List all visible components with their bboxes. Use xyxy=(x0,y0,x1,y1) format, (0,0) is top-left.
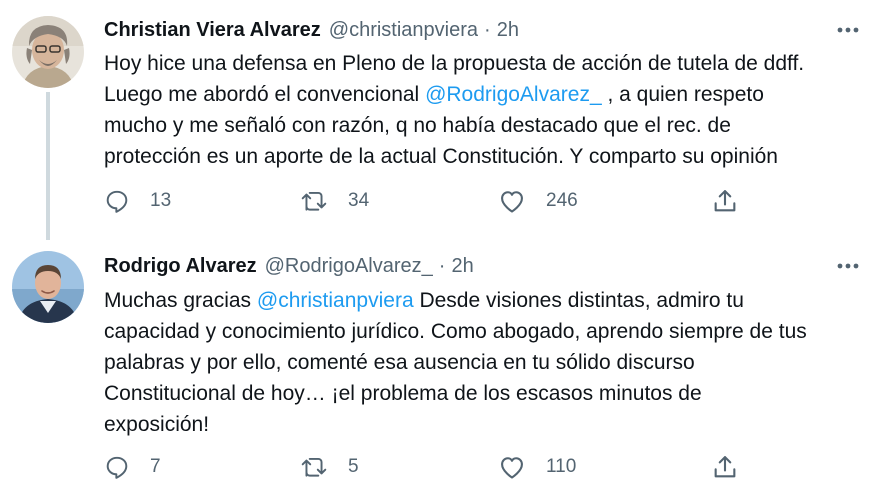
timestamp[interactable]: 2h xyxy=(497,19,519,42)
author-name[interactable]: Rodrigo Alvarez xyxy=(104,255,257,278)
retweet-button[interactable]: 5 xyxy=(300,451,359,483)
heart-icon xyxy=(498,454,526,480)
tweet-text-line: palabras y por ello, comenté esa ausenci… xyxy=(104,351,695,374)
thread-line xyxy=(46,92,50,240)
tweet-text-line: mucho y me señaló con razón, q no había … xyxy=(104,114,731,137)
tweet-text-line: protección es un aporte de la actual Con… xyxy=(104,145,778,168)
tweet-text-line: Luego me abordó el convencional @Rodrigo… xyxy=(104,83,764,106)
reply-count: 7 xyxy=(150,456,161,477)
reply-button[interactable]: 13 xyxy=(104,185,171,217)
tweet-text: Hoy hice una defensa en Pleno de la prop… xyxy=(104,48,874,172)
action-bar: 7 5 110 xyxy=(0,451,886,483)
tweet-text: Muchas gracias @christianpviera Desde vi… xyxy=(104,285,874,440)
more-options-icon[interactable] xyxy=(836,18,860,42)
share-button[interactable] xyxy=(711,185,739,217)
reply-icon xyxy=(104,188,130,214)
tweet-text-line: capacidad y conocimiento jurídico. Como … xyxy=(104,320,807,343)
like-button[interactable]: 110 xyxy=(498,451,576,483)
like-count: 246 xyxy=(546,190,578,211)
action-bar: 13 34 246 xyxy=(0,185,886,217)
more-options-icon[interactable] xyxy=(836,254,860,278)
share-button[interactable] xyxy=(711,451,739,483)
reply-count: 13 xyxy=(150,190,172,211)
like-button[interactable]: 246 xyxy=(498,185,578,217)
separator-dot: · xyxy=(484,18,491,41)
tweet-text-line: Muchas gracias @christianpviera Desde vi… xyxy=(104,289,744,312)
separator-dot: · xyxy=(438,254,446,277)
tweet-text-line: exposición! xyxy=(104,413,210,436)
tweet-header: Rodrigo Alvarez @RodrigoAlvarez_ · 2h xyxy=(104,251,474,281)
mention-link[interactable]: @christianpviera xyxy=(257,289,414,312)
like-count: 110 xyxy=(546,456,577,477)
heart-icon xyxy=(498,188,526,214)
tweet[interactable]: Christian Viera Alvarez @christianpviera… xyxy=(0,0,886,240)
tweet-text-line: Constitucional de hoy… ¡el problema de l… xyxy=(104,382,702,405)
retweet-count: 34 xyxy=(348,190,370,211)
share-icon xyxy=(711,453,739,481)
avatar[interactable] xyxy=(12,251,84,323)
share-icon xyxy=(711,187,739,215)
retweet-count: 5 xyxy=(348,456,359,477)
retweet-button[interactable]: 34 xyxy=(300,185,369,217)
tweet-text-line: Hoy hice una defensa en Pleno de la prop… xyxy=(104,52,805,75)
reply-icon xyxy=(104,454,130,480)
tweet[interactable]: Rodrigo Alvarez @RodrigoAlvarez_ · 2h Mu… xyxy=(0,240,886,494)
retweet-icon xyxy=(300,454,328,480)
retweet-icon xyxy=(300,188,328,214)
author-name[interactable]: Christian Viera Alvarez xyxy=(104,19,321,42)
mention-link[interactable]: @RodrigoAlvarez_ xyxy=(425,83,602,106)
reply-button[interactable]: 7 xyxy=(104,451,161,483)
author-handle[interactable]: @RodrigoAlvarez_ xyxy=(265,255,433,278)
author-handle[interactable]: @christianpviera xyxy=(329,19,478,42)
tweet-header: Christian Viera Alvarez @christianpviera… xyxy=(104,15,519,45)
timestamp[interactable]: 2h xyxy=(451,255,473,278)
avatar[interactable] xyxy=(12,16,84,88)
